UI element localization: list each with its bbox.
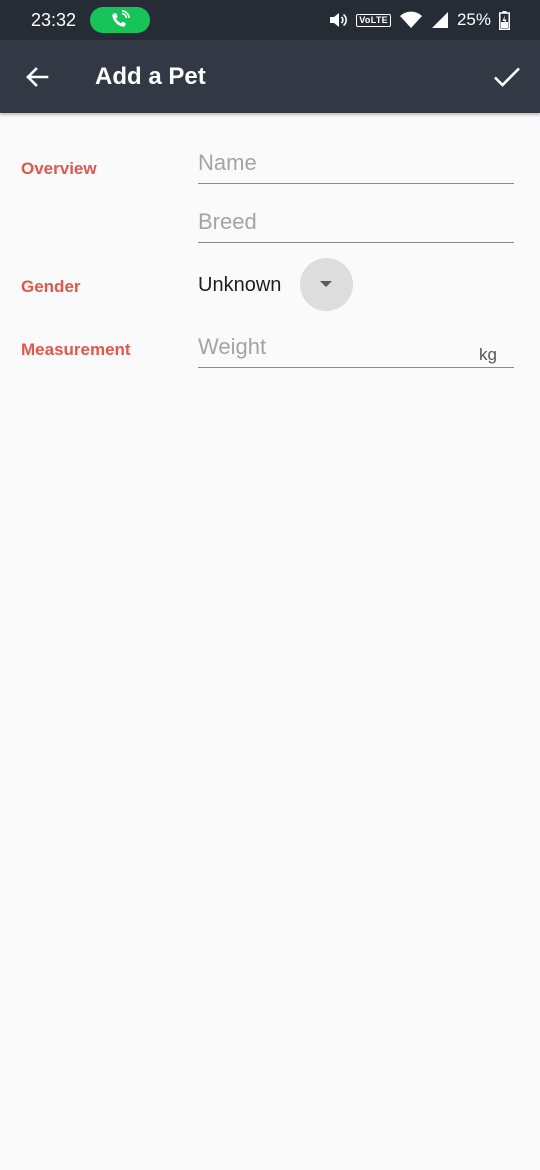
name-input[interactable]	[198, 147, 478, 179]
gender-section-label: Gender	[21, 277, 81, 296]
status-icons: VoLTE 25%	[320, 9, 510, 31]
back-button[interactable]	[20, 60, 54, 94]
weight-unit-suffix: kg	[479, 345, 497, 364]
save-button[interactable]	[490, 60, 524, 94]
battery-percent: 25%	[456, 10, 491, 29]
dropdown-arrow-icon	[320, 281, 332, 287]
name-field[interactable]	[198, 147, 514, 184]
weight-field[interactable]: kg	[198, 331, 514, 368]
overview-section-label: Overview	[21, 159, 97, 178]
call-active-icon	[112, 10, 130, 27]
measurement-section-label: Measurement	[21, 340, 131, 359]
breed-input[interactable]	[198, 206, 478, 238]
arrow-back-icon	[26, 67, 49, 87]
page-title: Add a Pet	[95, 63, 206, 90]
battery-charging-icon	[499, 10, 510, 30]
status-time: 23:32	[31, 10, 77, 30]
gender-selected-value[interactable]: Unknown	[198, 273, 281, 297]
volume-icon	[330, 13, 348, 27]
ongoing-call-indicator[interactable]	[90, 7, 150, 33]
breed-field[interactable]	[198, 206, 514, 243]
signal-icon	[431, 12, 448, 28]
gender-dropdown-button[interactable]	[300, 258, 353, 311]
app-bar: Add a Pet	[0, 40, 540, 113]
weight-input[interactable]	[198, 331, 478, 363]
wifi-icon	[399, 11, 422, 28]
volte-badge: VoLTE	[356, 13, 391, 27]
check-icon	[494, 67, 520, 87]
status-bar: 23:32 VoLTE 25%	[0, 0, 540, 40]
